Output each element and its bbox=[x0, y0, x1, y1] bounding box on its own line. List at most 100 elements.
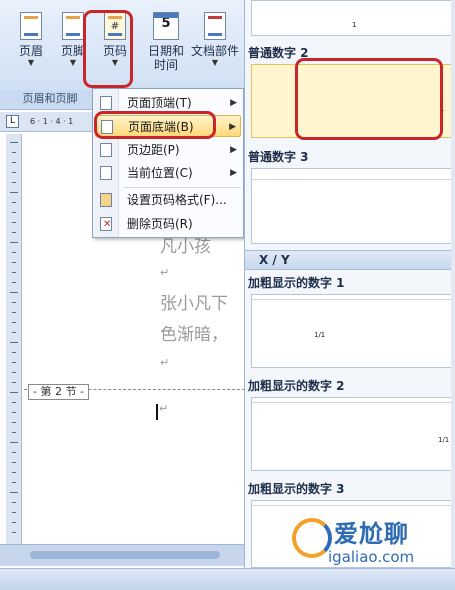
ruler-tick bbox=[12, 322, 16, 323]
ruler-tick bbox=[12, 162, 16, 163]
ruler-tick bbox=[10, 142, 18, 143]
ruler-ticks: 6 · 1 · 4 · 1 bbox=[30, 117, 74, 126]
highlight-gallery-selection bbox=[295, 58, 443, 140]
footer-icon bbox=[62, 12, 84, 40]
ruler-tick bbox=[10, 242, 18, 243]
paragraph-mark: ↵ bbox=[160, 266, 170, 279]
horizontal-scrollbar[interactable] bbox=[0, 544, 245, 566]
ruler-tick bbox=[12, 262, 16, 263]
header-icon bbox=[20, 12, 42, 40]
ruler-tick bbox=[12, 412, 16, 413]
ruler-tick bbox=[12, 272, 16, 273]
gallery-item-title: 加粗显示的数字 2 bbox=[248, 379, 345, 393]
ruler-tick bbox=[10, 492, 18, 493]
watermark-url: igaliao.com bbox=[328, 548, 415, 566]
menu-item-remove-page-numbers[interactable]: 删除页码(R) bbox=[95, 213, 241, 236]
thumbnail-footer-line bbox=[252, 505, 455, 506]
page-number-preview: 1 bbox=[352, 21, 357, 29]
gallery-item-title: 普通数字 3 bbox=[248, 150, 309, 164]
ruler-tick bbox=[12, 422, 16, 423]
submenu-arrow-icon: ▶ bbox=[230, 168, 237, 178]
ruler-tick bbox=[12, 522, 16, 523]
submenu-arrow-icon: ▶ bbox=[230, 145, 237, 155]
scrollbar-thumb[interactable] bbox=[30, 551, 220, 559]
calendar-icon: 5 bbox=[153, 12, 179, 40]
submenu-arrow-icon: ▶ bbox=[230, 98, 237, 108]
ruler-tick bbox=[12, 352, 16, 353]
date-time-button-label: 日期和 时间 bbox=[147, 44, 184, 72]
menu-item-label: 当前位置(C) bbox=[127, 166, 193, 180]
paragraph-mark: ↵ bbox=[160, 356, 170, 369]
ruler-tick bbox=[12, 532, 16, 533]
calendar-day: 5 bbox=[161, 16, 171, 31]
ruler-tick bbox=[12, 212, 16, 213]
ruler-tick bbox=[12, 432, 16, 433]
header-button-label: 页眉 bbox=[18, 44, 43, 58]
ruler-tick bbox=[12, 182, 16, 183]
ruler-tick bbox=[12, 332, 16, 333]
ruler-tick bbox=[12, 152, 16, 153]
ruler-tick bbox=[10, 192, 18, 193]
document-parts-button[interactable]: 文档部件 ▼ bbox=[188, 8, 242, 86]
ruler-tick bbox=[10, 442, 18, 443]
paragraph-mark: ↵ bbox=[159, 402, 169, 415]
vertical-ruler[interactable] bbox=[6, 134, 22, 544]
gallery-thumbnail-bold-number-1[interactable]: 1/1 bbox=[251, 294, 455, 368]
delete-page-number-icon bbox=[100, 214, 112, 236]
ruler-tick bbox=[12, 382, 16, 383]
format-page-number-icon bbox=[100, 193, 112, 207]
menu-item-label: 删除页码(R) bbox=[127, 217, 193, 231]
thumbnail-footer-line bbox=[252, 299, 455, 300]
ruler-tick bbox=[12, 232, 16, 233]
gallery-thumbnail-plain-number-1[interactable]: 1 bbox=[251, 0, 455, 36]
gallery-item-title: 加粗显示的数字 1 bbox=[248, 276, 345, 290]
page-top-icon bbox=[100, 96, 112, 110]
tab-selector[interactable]: L bbox=[6, 115, 19, 128]
gallery-scrollbar[interactable] bbox=[451, 0, 455, 568]
gallery-thumbnail-plain-number-3[interactable] bbox=[251, 168, 455, 244]
ruler-tick bbox=[12, 482, 16, 483]
chevron-down-icon: ▼ bbox=[27, 58, 35, 67]
ruler-tick bbox=[12, 402, 16, 403]
document-parts-icon bbox=[204, 12, 226, 40]
menu-item-label: 页边距(P) bbox=[127, 143, 180, 157]
section-label-text: 第 2 节 bbox=[40, 385, 77, 398]
watermark: 爱尬聊 igaliao.com bbox=[292, 512, 452, 568]
status-bar bbox=[0, 568, 455, 590]
chevron-down-icon: ▼ bbox=[211, 58, 219, 67]
page-number-preview: 1/1 bbox=[438, 436, 450, 444]
ruler-tick bbox=[12, 172, 16, 173]
thumbnail-footer-line bbox=[252, 179, 455, 180]
submenu-arrow-icon: ▶ bbox=[229, 122, 236, 132]
header-button[interactable]: 页眉 ▼ bbox=[10, 8, 52, 86]
watermark-text: 爱尬聊 bbox=[334, 520, 409, 548]
ruler-tick bbox=[12, 372, 16, 373]
document-line: 色渐暗， bbox=[160, 325, 228, 345]
page-number-preview: 1/1 bbox=[314, 331, 326, 339]
ruler-tick bbox=[12, 312, 16, 313]
page-margin-icon bbox=[100, 143, 112, 157]
ruler-tick bbox=[12, 512, 16, 513]
document-line: 张小凡下 bbox=[160, 294, 228, 314]
ribbon-group-label: 页眉和页脚 bbox=[0, 90, 100, 108]
menu-separator bbox=[123, 187, 241, 188]
ruler-tick bbox=[12, 362, 16, 363]
gallery-thumbnail-bold-number-2[interactable]: 1/1 bbox=[251, 397, 455, 471]
ruler-tick bbox=[12, 472, 16, 473]
highlight-page-bottom-item bbox=[94, 111, 216, 139]
ruler-tick bbox=[12, 502, 16, 503]
text-cursor bbox=[156, 404, 158, 420]
menu-item-page-margin[interactable]: 页边距(P) ▶ bbox=[95, 139, 241, 161]
ruler-tick bbox=[10, 392, 18, 393]
ruler-tick bbox=[12, 452, 16, 453]
thumbnail-footer-line bbox=[252, 402, 455, 403]
document-parts-button-label: 文档部件 bbox=[190, 44, 239, 58]
section-label: - 第 2 节 - bbox=[28, 384, 89, 400]
menu-item-current-position[interactable]: 当前位置(C) ▶ bbox=[95, 162, 241, 184]
ruler-tick bbox=[12, 252, 16, 253]
ruler-tick bbox=[10, 342, 18, 343]
menu-item-format-page-numbers[interactable]: 设置页码格式(F)... bbox=[95, 189, 241, 211]
menu-item-label: 设置页码格式(F)... bbox=[127, 193, 227, 207]
date-time-button[interactable]: 5 日期和 时间 bbox=[146, 8, 186, 86]
gallery-item-title: 加粗显示的数字 3 bbox=[248, 482, 345, 496]
